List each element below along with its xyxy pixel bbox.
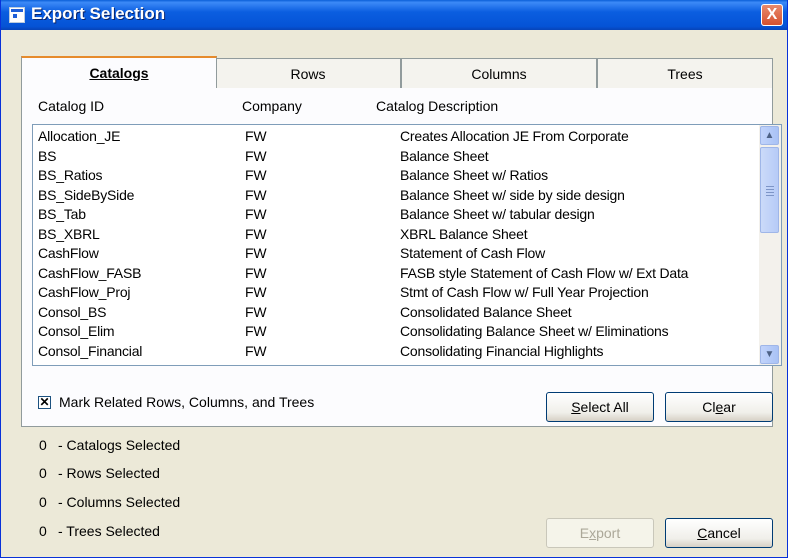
arrow-down-icon[interactable]: ▼ (760, 345, 779, 364)
cell-description: Balance Sheet w/ Ratios (400, 167, 548, 183)
cell-description: Stmt of Cash Flow w/ Full Year Projectio… (400, 284, 649, 300)
cell-catalog-id: Consol_BS (38, 303, 107, 320)
cell-company: FW (245, 167, 267, 183)
table-row[interactable]: Consol_Financial FW Consolidating Financia… (33, 343, 751, 361)
title-bar[interactable]: Export Selection X (1, 0, 787, 30)
table-row[interactable]: Consol_Elim FW Consolidating Balance Sheet… (33, 323, 751, 341)
mark-related-label[interactable]: Mark Related Rows, Columns, and Trees (59, 394, 314, 410)
cell-company: FW (245, 128, 267, 144)
table-row[interactable]: CashFlow FW Statement of Cash Flow (33, 245, 751, 263)
cell-company: FW (245, 342, 267, 359)
mark-related-checkbox[interactable]: ✕ (38, 396, 51, 409)
cell-catalog-id: CashFlow_Proj (38, 284, 131, 300)
cell-description: Creates Allocation JE From Corporate (400, 128, 629, 144)
table-row[interactable]: BS_XBRL FW XBRL Balance Sheet (33, 226, 751, 244)
cell-company: FW (245, 323, 267, 339)
cell-catalog-id: BS_SideBySide (38, 186, 135, 203)
cell-company: FW (245, 303, 267, 320)
tab-catalogs-label: Catalogs (89, 65, 149, 81)
cell-catalog-id: CashFlow (38, 245, 99, 261)
arrow-up-icon[interactable]: ▲ (760, 126, 779, 145)
cell-company: FW (245, 264, 267, 281)
cell-description: Consolidated Balance Sheet (400, 303, 572, 320)
cell-company: FW (245, 206, 267, 222)
select-all-button[interactable]: Select All (546, 392, 654, 422)
cell-company: FW (245, 245, 267, 261)
column-header-description[interactable]: Catalog Description (376, 98, 498, 114)
scroll-thumb[interactable] (760, 147, 779, 233)
tab-trees-label: Trees (667, 66, 703, 82)
window-icon (9, 7, 25, 23)
tab-rows[interactable]: Rows (215, 58, 401, 88)
cell-catalog-id: BS_Tab (38, 206, 86, 222)
clear-button[interactable]: Clear (665, 392, 773, 422)
cell-catalog-id: Consol_Elim (38, 323, 115, 339)
table-row[interactable]: BS_Tab FW Balance Sheet w/ tabular design (33, 206, 751, 224)
cell-catalog-id: BS_Ratios (38, 167, 103, 183)
window-title: Export Selection (31, 4, 166, 23)
table-row[interactable]: BS_SideBySide FW Balance Sheet w/ side by … (33, 187, 751, 205)
cell-description: Balance Sheet (400, 147, 489, 164)
cell-company: FW (245, 225, 267, 242)
cell-catalog-id: Allocation_JE (38, 128, 121, 144)
table-row[interactable]: CashFlow_FASB FW FASB style Statement of C… (33, 265, 751, 283)
tab-columns[interactable]: Columns (401, 58, 597, 88)
cell-description: Balance Sheet w/ side by side design (400, 186, 625, 203)
cell-company: FW (245, 284, 267, 300)
column-header-catalog-id[interactable]: Catalog ID (38, 98, 104, 114)
export-button[interactable]: Export (546, 518, 654, 548)
cell-description: FASB style Statement of Cash Flow w/ Ext… (400, 264, 689, 281)
column-header-company[interactable]: Company (242, 98, 302, 114)
cell-description: Consolidating Balance Sheet w/ Eliminati… (400, 323, 669, 339)
tab-trees[interactable]: Trees (597, 58, 773, 88)
tab-bar: Rows Columns Trees Catalogs (21, 56, 773, 88)
table-row[interactable]: CashFlow_Proj FW Stmt of Cash Flow w/ Full… (33, 284, 751, 302)
cancel-button[interactable]: Cancel (665, 518, 773, 548)
cell-catalog-id: BS_XBRL (38, 225, 100, 242)
close-icon[interactable]: X (761, 4, 783, 26)
cell-description: XBRL Balance Sheet (400, 225, 528, 242)
cell-catalog-id: Consol_Financial (38, 342, 143, 359)
vertical-scrollbar[interactable]: ▲ ▼ (759, 125, 781, 365)
table-row[interactable]: BS_Ratios FW Balance Sheet w/ Ratios (33, 167, 751, 185)
cell-description: Balance Sheet w/ tabular design (400, 206, 595, 222)
cell-company: FW (245, 186, 267, 203)
table-row[interactable]: Consol_BS FW Consolidated Balance Sheet (33, 304, 751, 322)
tab-rows-label: Rows (290, 66, 326, 82)
cell-description: Statement of Cash Flow (400, 245, 545, 261)
export-selection-dialog: Export Selection X Rows Columns Trees Ca… (0, 0, 788, 558)
table-row[interactable]: Allocation_JE FW Creates Allocation JE Fro… (33, 128, 751, 146)
catalog-list[interactable]: Allocation_JE FW Creates Allocation JE Fro… (32, 124, 782, 366)
cell-catalog-id: BS (38, 147, 57, 164)
tab-columns-label: Columns (471, 66, 527, 82)
cell-company: FW (245, 147, 267, 164)
cell-description: Consolidating Financial Highlights (400, 342, 604, 359)
tab-catalogs[interactable]: Catalogs (21, 56, 217, 88)
table-row[interactable]: BS FW Balance Sheet (33, 148, 751, 166)
cell-catalog-id: CashFlow_FASB (38, 264, 142, 281)
